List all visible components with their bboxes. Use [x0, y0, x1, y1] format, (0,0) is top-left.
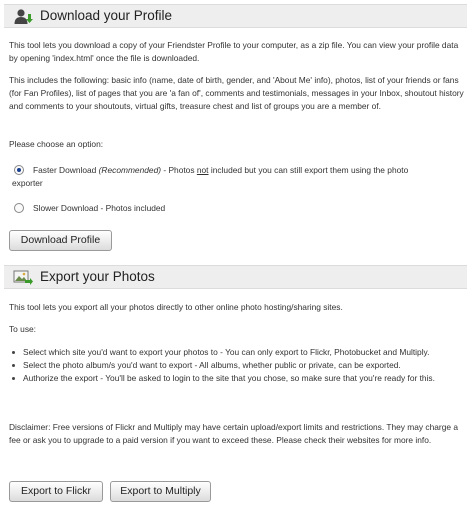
download-profile-button[interactable]: Download Profile — [9, 230, 112, 251]
disclaimer-text: Disclaimer: Free versions of Flickr and … — [9, 422, 459, 445]
download-includes-text: This includes the following: basic info … — [9, 75, 464, 111]
slower-download-radio[interactable] — [14, 203, 24, 213]
recommended-note: (Recommended) — [98, 165, 162, 175]
export-photos-title: Export your Photos — [40, 269, 155, 284]
user-download-icon — [13, 8, 33, 25]
to-use-label: To use: — [9, 324, 37, 334]
slower-download-option-label[interactable]: Slower Download - Photos included — [33, 202, 463, 215]
export-intro-text: This tool lets you export all your photo… — [9, 302, 343, 312]
download-intro-text: This tool lets you download a copy of yo… — [9, 40, 459, 63]
faster-download-radio[interactable] — [14, 165, 24, 175]
photo-export-icon — [13, 269, 33, 286]
faster-download-desc-wrap: exporter — [12, 178, 43, 188]
export-to-flickr-button[interactable]: Export to Flickr — [9, 481, 103, 502]
list-item: Authorize the export - You'll be asked t… — [0, 372, 455, 385]
choose-option-prompt: Please choose an option: — [9, 139, 104, 149]
faster-download-desc-first-line: included but you can still export them u… — [208, 165, 409, 175]
not-emphasis: not — [196, 165, 209, 175]
download-profile-header: Download your Profile — [4, 4, 467, 28]
download-profile-title: Download your Profile — [40, 8, 173, 23]
list-item: Select which site you'd want to export y… — [0, 346, 455, 359]
export-to-multiply-button[interactable]: Export to Multiply — [110, 481, 211, 502]
faster-download-desc-start: - Photos — [161, 165, 197, 175]
faster-download-label: Faster Download — [33, 165, 97, 175]
list-item: Select the photo album/s you'd want to e… — [0, 359, 455, 372]
faster-download-option-label[interactable]: Faster Download (Recommended) - Photos n… — [33, 164, 463, 177]
export-photos-header: Export your Photos — [4, 265, 467, 289]
